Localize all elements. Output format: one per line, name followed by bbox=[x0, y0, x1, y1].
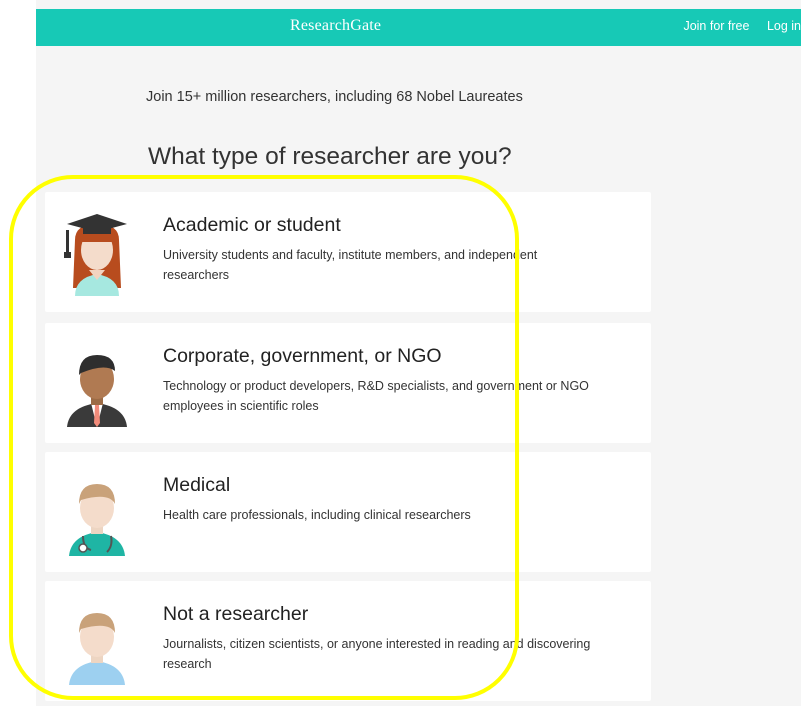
top-navigation-bar: ResearchGate Join for free Log in bbox=[36, 9, 801, 46]
business-avatar-icon bbox=[67, 355, 127, 427]
option-title: Academic or student bbox=[163, 214, 341, 236]
doctor-avatar-icon bbox=[69, 484, 125, 556]
option-description: Technology or product developers, R&D sp… bbox=[163, 379, 589, 413]
option-title: Corporate, government, or NGO bbox=[163, 345, 442, 367]
option-medical-card[interactable]: Medical Health care professionals, inclu… bbox=[45, 452, 651, 572]
person-avatar-icon bbox=[69, 613, 125, 685]
tagline: Join 15+ million researchers, including … bbox=[146, 89, 523, 105]
option-title: Medical bbox=[163, 474, 231, 496]
option-title: Not a researcher bbox=[163, 603, 309, 625]
join-link[interactable]: Join for free bbox=[683, 19, 749, 33]
option-not-researcher-card[interactable]: Not a researcher Journalists, citizen sc… bbox=[45, 581, 651, 701]
option-description: University students and faculty, institu… bbox=[163, 248, 538, 282]
option-description: Journalists, citizen scientists, or anyo… bbox=[163, 637, 591, 671]
option-description: Health care professionals, including cli… bbox=[163, 508, 471, 522]
graduate-avatar-icon bbox=[64, 214, 127, 296]
brand-logo[interactable]: ResearchGate bbox=[290, 17, 381, 35]
header-nav: Join for free Log in bbox=[669, 19, 801, 33]
option-academic-card[interactable]: Academic or student University students … bbox=[45, 192, 651, 312]
page-title: What type of researcher are you? bbox=[148, 143, 512, 170]
login-link[interactable]: Log in bbox=[767, 19, 801, 33]
option-corporate-card[interactable]: Corporate, government, or NGO Technology… bbox=[45, 323, 651, 443]
